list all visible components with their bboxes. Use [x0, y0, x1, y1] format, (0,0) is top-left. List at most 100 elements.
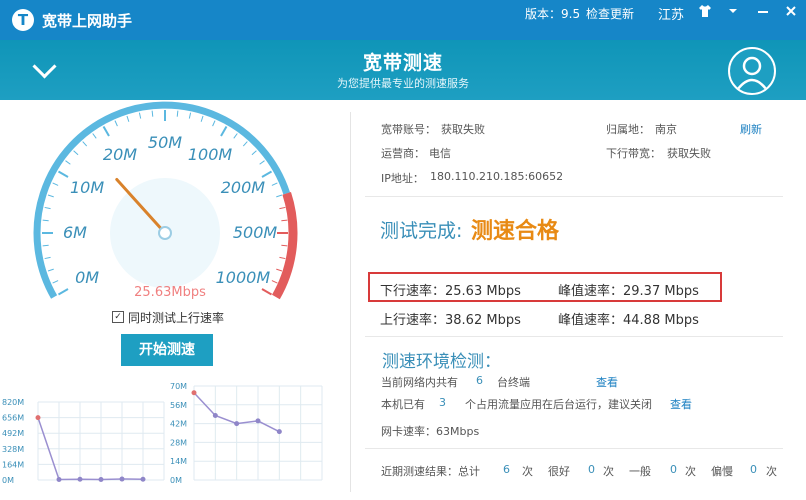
gauge-tick-label: 100M: [188, 145, 233, 164]
test-complete-label: 测试完成:: [380, 220, 463, 242]
menu-dropdown-icon[interactable]: [727, 4, 739, 22]
gauge-tick: [138, 112, 142, 119]
y-tick-label: 56M: [170, 401, 187, 410]
simul-upload-label: 同时测试上行速率: [128, 311, 225, 325]
simul-upload-checkbox[interactable]: ✓: [112, 311, 124, 323]
gauge-tick: [102, 125, 110, 137]
close-icon[interactable]: [784, 4, 798, 22]
y-tick-label: 28M: [170, 438, 187, 447]
skin-shirt-icon[interactable]: [698, 4, 712, 22]
minimize-icon[interactable]: [756, 4, 770, 22]
upload-peak: 峰值速率：44.88 Mbps: [558, 313, 699, 328]
gauge-tick: [42, 244, 49, 247]
gauge-tick: [259, 160, 265, 165]
gauge-tick-label: 0M: [75, 268, 99, 287]
gauge-tick: [271, 182, 278, 186]
recent-total-unit: 次: [522, 465, 533, 478]
data-point: [234, 421, 240, 427]
y-tick-label: 14M: [170, 457, 187, 466]
city-label: 江苏: [658, 8, 685, 23]
recent-total: 6: [503, 463, 510, 476]
account-label: 宽带账号：: [381, 123, 436, 136]
gauge-tick-label: 50M: [148, 133, 182, 152]
title-bar: T 宽带上网助手 版本：9.5 检查更新 江苏: [0, 0, 806, 40]
panel-divider: [350, 112, 351, 492]
section-divider: [365, 336, 783, 337]
apps-view-link[interactable]: 查看: [670, 396, 692, 412]
check-update-link[interactable]: 检查更新: [586, 5, 634, 22]
gauge-tick: [151, 110, 154, 117]
gauge-tick: [261, 170, 273, 178]
download-peak: 峰值速率：29.37 Mbps: [558, 284, 699, 299]
y-tick-label: 492M: [2, 429, 24, 438]
apps-prefix: 本机已有: [381, 398, 425, 411]
gauge-tick: [276, 268, 283, 272]
recent-avg-label: 一般: [629, 465, 651, 478]
data-point: [98, 477, 104, 483]
version-label: 版本：9.5: [525, 7, 581, 21]
gauge-tick: [188, 112, 192, 119]
gauge-tick-label: 10M: [70, 178, 104, 197]
mini-chart-grid: [193, 385, 323, 481]
page-subtitle: 为您提供最专业的测速服务: [337, 77, 469, 90]
start-test-button[interactable]: 开始测速: [121, 334, 213, 366]
gauge-tick: [279, 206, 286, 210]
gauge-tick: [47, 268, 54, 272]
gauge-tick-label: 20M: [103, 145, 137, 164]
refresh-link[interactable]: 刷新: [740, 121, 762, 137]
apps-suffix: 个占用流量应用在后台运行，建议关闭: [465, 398, 652, 411]
ip-value: 180.110.210.185:60652: [430, 170, 564, 183]
gauge-tick-label: 500M: [233, 223, 278, 242]
recent-avg-count: 0: [670, 463, 677, 476]
data-point: [255, 418, 261, 424]
account-value: 获取失败: [441, 123, 485, 136]
recent-avg-unit: 次: [685, 465, 696, 478]
gauge-tick: [126, 115, 130, 122]
recent-label: 近期测速结果：总计: [381, 465, 480, 478]
gauge-tick: [92, 133, 97, 139]
gauge-tick: [57, 288, 69, 296]
section-divider: [365, 448, 783, 449]
recent-slow-unit: 次: [766, 465, 777, 478]
gauge-tick: [279, 256, 286, 260]
mini-chart-upload: 70M 56M 42M 28M 14M 0M: [170, 382, 323, 485]
gauge-tick: [271, 280, 278, 284]
isp-label: 运营商：: [381, 147, 425, 160]
downlink-value: 获取失败: [667, 147, 711, 160]
avatar[interactable]: [728, 47, 776, 95]
recent-good-unit: 次: [603, 465, 614, 478]
gauge-tick: [47, 194, 54, 198]
y-tick-label: 328M: [2, 445, 24, 454]
lan-suffix: 台终端: [497, 376, 530, 389]
page-title: 宽带测速: [362, 52, 443, 74]
y-tick-label: 164M: [2, 460, 24, 469]
gauge-tick: [261, 288, 273, 296]
gauge-tick: [52, 280, 59, 284]
gauge-tick: [73, 150, 79, 156]
mini-chart-yticks: 820M 656M 492M 328M 164M 0M: [2, 398, 24, 485]
recent-slow-count: 0: [750, 463, 757, 476]
gauge-tick: [212, 120, 216, 127]
section-divider: [365, 196, 783, 197]
nic-rate: 网卡速率：63Mbps: [381, 425, 480, 438]
gauge-tick-label: 1000M: [216, 268, 271, 287]
lan-view-link[interactable]: 查看: [596, 374, 618, 390]
y-tick-label: 820M: [2, 398, 24, 407]
ip-label: IP地址：: [381, 172, 424, 185]
gauge-tick-label: 200M: [221, 178, 266, 197]
test-verdict: 测速合格: [471, 219, 560, 244]
header-band: 宽带测速 为您提供最专业的测速服务: [0, 40, 806, 100]
download-rate: 下行速率：25.63 Mbps: [380, 284, 521, 299]
gauge-tick: [242, 141, 248, 147]
location-label: 归属地：: [606, 123, 650, 136]
gauge-tick: [233, 133, 238, 139]
y-tick-label: 0M: [2, 476, 14, 485]
downlink-label: 下行带宽：: [606, 147, 661, 160]
gauge-tick: [176, 110, 179, 117]
data-point: [119, 476, 125, 482]
y-tick-label: 42M: [170, 420, 187, 429]
gauge-tick: [57, 170, 69, 178]
gauge-speed-readout: 25.63Mbps: [134, 285, 206, 300]
gauge-tick: [44, 256, 51, 260]
app-title: 宽带上网助手: [42, 12, 133, 30]
